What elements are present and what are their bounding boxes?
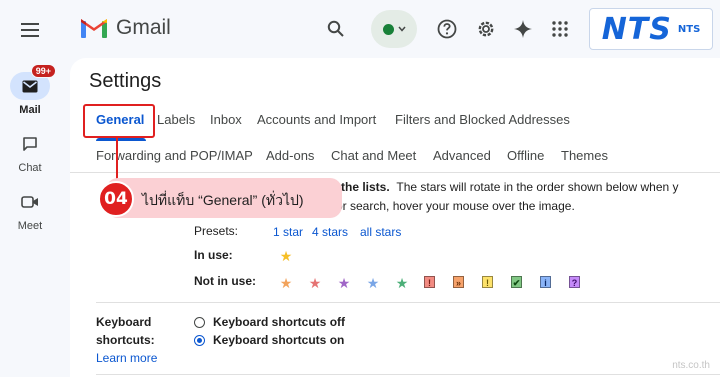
stars-description-bold: the lists. <box>341 180 390 194</box>
red-bang-icon[interactable]: ! <box>424 276 435 288</box>
tab-filters-and-blocked-addresses[interactable]: Filters and Blocked Addresses <box>395 112 570 127</box>
tab-offline[interactable]: Offline <box>507 148 544 163</box>
nts-brand-logo: NTS NTS <box>589 8 713 50</box>
settings-button[interactable] <box>470 13 502 45</box>
sparkle-icon <box>514 20 532 38</box>
preset-1-star-link[interactable]: 1 star <box>273 225 303 239</box>
nts-logo-text: NTS <box>601 11 672 47</box>
in-use-label: In use: <box>194 248 233 262</box>
search-icon <box>327 20 344 37</box>
gemini-button[interactable] <box>507 13 539 45</box>
callout-connector-line <box>116 138 118 182</box>
rail-item-meet[interactable]: Meet <box>0 188 60 232</box>
tab-inbox[interactable]: Inbox <box>210 112 242 127</box>
stars-description-line1: the lists. The stars will rotate in the … <box>341 180 679 194</box>
main-menu-button[interactable] <box>14 14 46 46</box>
nts-logo-small-text: NTS <box>677 23 701 35</box>
tabs-divider <box>70 172 720 173</box>
chat-icon <box>23 137 37 151</box>
section-divider <box>96 302 720 303</box>
rail-label-chat: Chat <box>18 162 42 174</box>
star-orange-icon[interactable]: ★ <box>279 276 293 290</box>
green-check-icon[interactable]: ✔ <box>511 276 522 288</box>
star-green-icon[interactable]: ★ <box>395 276 409 290</box>
preset-all-stars-link[interactable]: all stars <box>360 225 401 239</box>
not-in-use-label: Not in use: <box>194 274 256 288</box>
status-selector[interactable] <box>371 10 417 48</box>
stars-description-line2: or search, hover your mouse over the ima… <box>336 199 575 213</box>
star-red-icon[interactable]: ★ <box>308 276 322 290</box>
help-icon <box>437 19 457 39</box>
keyboard-shortcuts-label-line1: Keyboard <box>96 315 152 329</box>
apps-button[interactable] <box>544 13 576 45</box>
star-purple-icon[interactable]: ★ <box>337 276 351 290</box>
blue-info-icon[interactable]: i <box>540 276 551 288</box>
video-camera-icon <box>21 196 38 208</box>
gear-icon <box>478 21 494 37</box>
apps-grid-icon <box>552 21 568 37</box>
keyboard-shortcuts-label-line2: shortcuts: <box>96 333 155 347</box>
meet-icon-container <box>10 188 50 216</box>
keyboard-shortcuts-off-label[interactable]: Keyboard shortcuts off <box>213 315 345 329</box>
preset-4-stars-link[interactable]: 4 stars <box>312 225 348 239</box>
rail-item-chat[interactable]: Chat <box>0 130 60 174</box>
gmail-m-icon <box>81 19 107 38</box>
yellow-bang-icon[interactable]: ! <box>482 276 493 288</box>
tab-accounts-and-import[interactable]: Accounts and Import <box>257 112 376 127</box>
chat-icon-container <box>10 130 50 158</box>
rail-label-mail: Mail <box>19 104 41 116</box>
rail-label-meet: Meet <box>17 220 43 232</box>
watermark: nts.co.th <box>672 360 710 371</box>
orange-guillemet-icon[interactable]: » <box>453 276 464 288</box>
tab-labels[interactable]: Labels <box>157 112 195 127</box>
page-title: Settings <box>89 70 162 92</box>
keyboard-shortcuts-on-radio[interactable] <box>194 335 205 346</box>
keyboard-shortcuts-off-radio[interactable] <box>194 317 205 328</box>
tab-forwarding-and-pop-imap[interactable]: Forwarding and POP/IMAP <box>96 148 253 163</box>
tab-add-ons[interactable]: Add-ons <box>266 148 314 163</box>
star-blue-icon[interactable]: ★ <box>366 276 380 290</box>
tutorial-highlight-box <box>83 104 155 138</box>
mail-icon <box>22 80 38 92</box>
navigation-rail: 99+ Mail Chat Meet <box>0 0 60 377</box>
status-active-dot <box>382 23 394 35</box>
tab-advanced[interactable]: Advanced <box>433 148 491 163</box>
search-button[interactable] <box>320 13 352 45</box>
step-number-badge: 04 <box>98 181 134 217</box>
app-name: Gmail <box>116 16 171 39</box>
active-tab-indicator <box>96 138 146 141</box>
learn-more-link[interactable]: Learn more <box>96 351 157 365</box>
keyboard-shortcuts-on-label[interactable]: Keyboard shortcuts on <box>213 333 344 347</box>
purple-question-icon[interactable]: ? <box>569 276 580 288</box>
support-button[interactable] <box>431 13 463 45</box>
star-yellow-in-use-icon[interactable]: ★ <box>279 249 293 263</box>
presets-label: Presets: <box>194 224 239 238</box>
bottom-divider <box>96 374 720 375</box>
gmail-logo[interactable]: Gmail <box>80 16 171 40</box>
unread-badge: 99+ <box>30 64 56 78</box>
chevron-down-icon <box>397 26 406 32</box>
callout-instruction-text: ไปที่แท็บ “General” (ทั่วไป) <box>142 192 304 208</box>
tab-themes[interactable]: Themes <box>561 148 608 163</box>
tab-chat-and-meet[interactable]: Chat and Meet <box>331 148 416 163</box>
rail-item-mail[interactable]: 99+ Mail <box>0 64 60 116</box>
mail-icon-container: 99+ <box>10 64 56 100</box>
hamburger-icon <box>21 23 39 37</box>
stars-description-rest: The stars will rotate in the order shown… <box>396 180 679 194</box>
